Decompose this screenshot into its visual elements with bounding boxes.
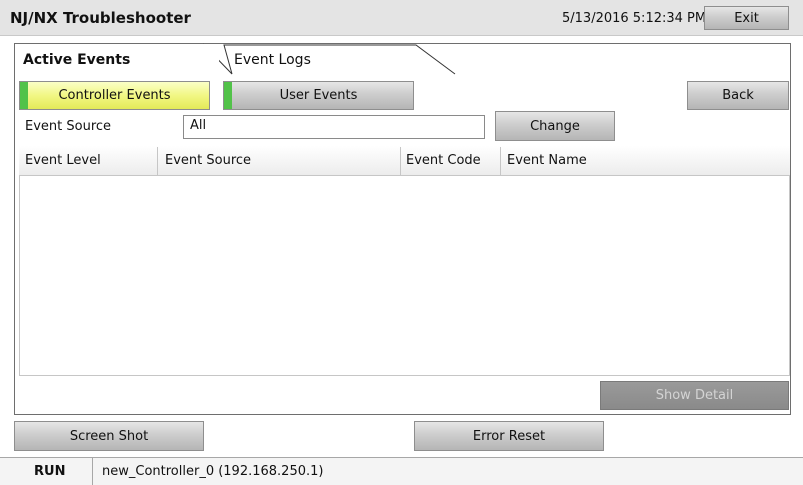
column-divider bbox=[157, 147, 158, 176]
screen-shot-button[interactable]: Screen Shot bbox=[14, 421, 204, 451]
column-divider bbox=[400, 147, 401, 176]
status-divider bbox=[92, 458, 93, 485]
table-header bbox=[19, 146, 790, 176]
event-source-label: Event Source bbox=[25, 119, 112, 134]
column-header-event-name[interactable]: Event Name bbox=[507, 153, 587, 168]
selected-indicator bbox=[20, 82, 28, 109]
event-source-field[interactable]: All bbox=[183, 115, 485, 139]
column-header-event-level[interactable]: Event Level bbox=[25, 153, 101, 168]
datetime-display: 5/13/2016 5:12:34 PM bbox=[562, 11, 707, 26]
show-detail-button: Show Detail bbox=[600, 381, 789, 410]
run-mode-status: RUN bbox=[34, 464, 66, 479]
column-divider bbox=[500, 147, 501, 176]
user-events-button[interactable]: User Events bbox=[223, 81, 414, 110]
app-title: NJ/NX Troubleshooter bbox=[10, 9, 191, 27]
controller-events-button[interactable]: Controller Events bbox=[19, 81, 210, 110]
selected-indicator bbox=[224, 82, 232, 109]
button-label: User Events bbox=[279, 88, 358, 103]
change-button[interactable]: Change bbox=[495, 111, 615, 141]
exit-button[interactable]: Exit bbox=[704, 6, 789, 30]
tab-label: Active Events bbox=[23, 52, 131, 68]
tab-label: Event Logs bbox=[234, 52, 311, 68]
column-header-event-source[interactable]: Event Source bbox=[165, 153, 251, 168]
events-table[interactable] bbox=[19, 146, 790, 376]
back-button[interactable]: Back bbox=[687, 81, 789, 110]
controller-info: new_Controller_0 (192.168.250.1) bbox=[102, 464, 324, 479]
column-header-event-code[interactable]: Event Code bbox=[406, 153, 481, 168]
button-label: Controller Events bbox=[58, 88, 171, 103]
error-reset-button[interactable]: Error Reset bbox=[414, 421, 604, 451]
